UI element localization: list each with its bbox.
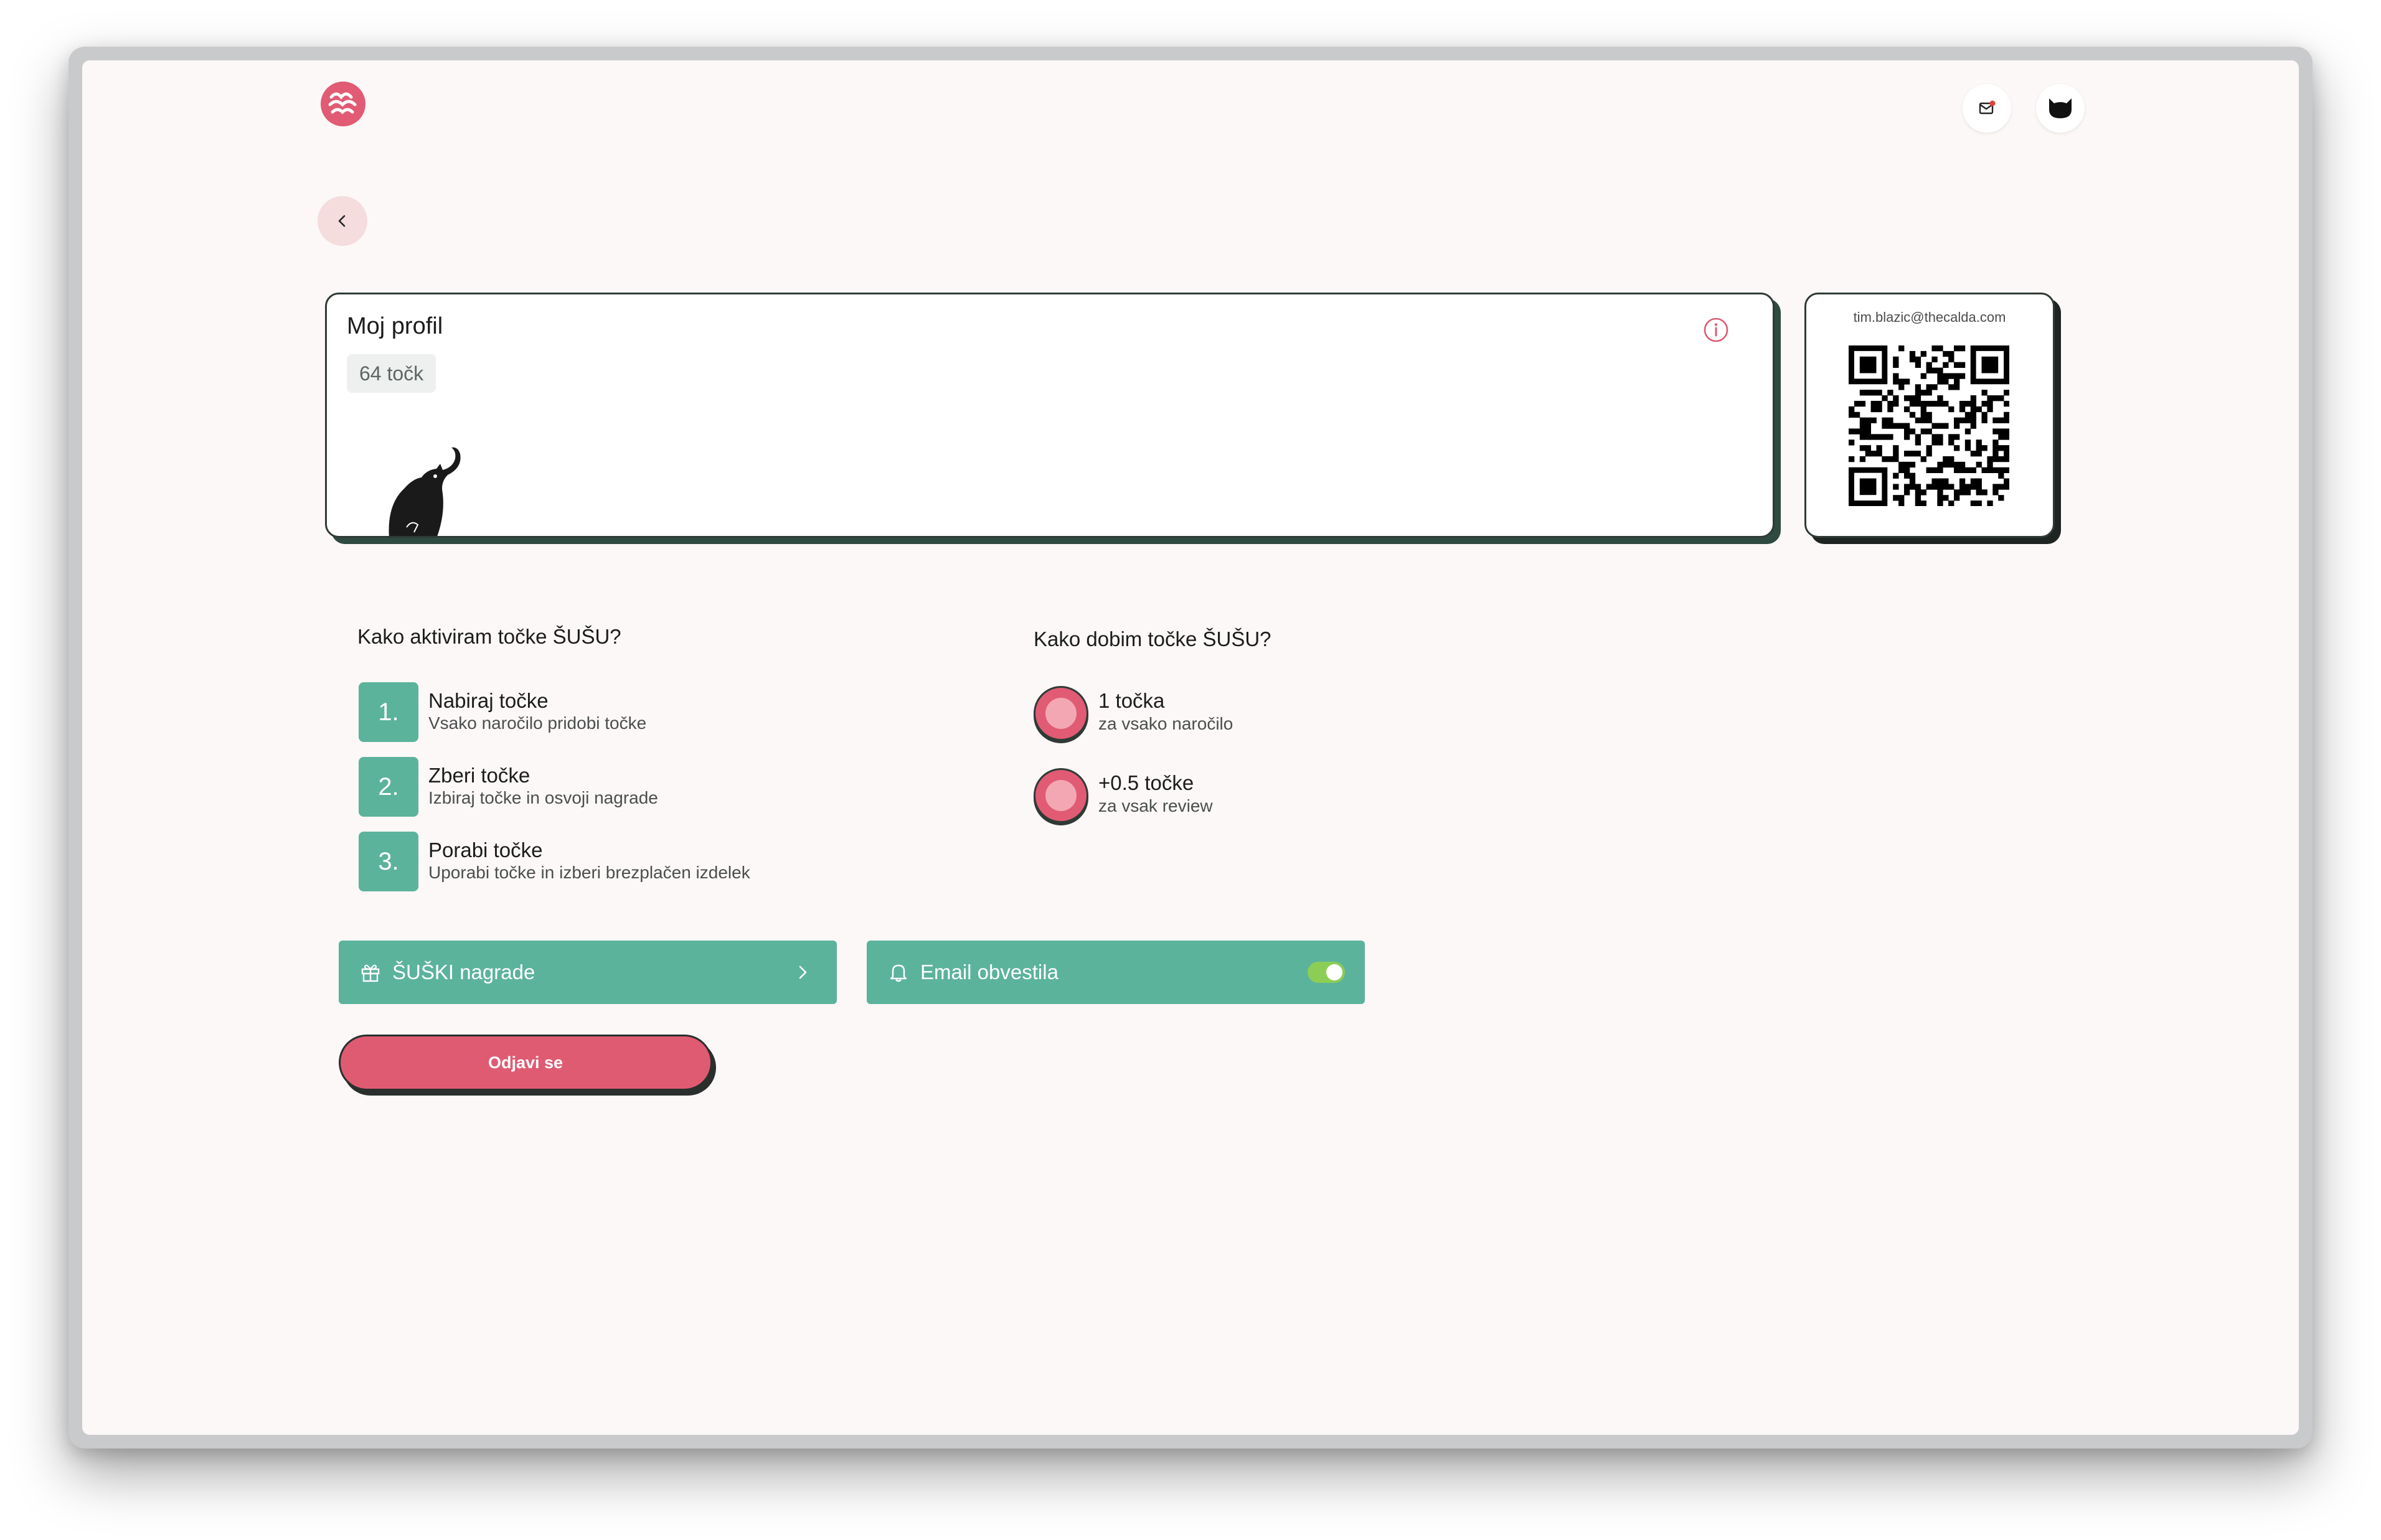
qr-code — [1849, 345, 2010, 507]
earn-item-title: +0.5 točke — [1098, 771, 1194, 794]
coin-icon — [1034, 768, 1088, 823]
step-description: Izbiraj točke in osvoji nagrade — [428, 788, 658, 807]
coin-icon — [1034, 686, 1088, 741]
email-notifications-toggle[interactable] — [1308, 962, 1345, 983]
step-number: 1. — [359, 682, 418, 742]
earn-section-title: Kako dobim točke ŠUŠU? — [1034, 627, 1271, 650]
step-description: Vsako naročilo pridobi točke — [428, 713, 647, 733]
info-icon[interactable] — [1703, 317, 1729, 343]
bell-icon — [890, 964, 907, 982]
step-number: 2. — [359, 757, 418, 817]
gift-icon — [361, 964, 380, 982]
cat-illustration — [383, 445, 464, 536]
chevron-right-icon — [799, 965, 807, 979]
step-description: Uporabi točke in izberi brezplačen izdel… — [428, 863, 750, 882]
points-badge: 64 točk — [347, 354, 436, 393]
logout-button[interactable]: Odjavi se — [339, 1035, 712, 1091]
qr-card: tim.blazic@thecalda.com — [1804, 293, 2055, 538]
rewards-label: ŠUŠKI nagrade — [392, 960, 535, 984]
back-button[interactable] — [318, 196, 367, 246]
profile-title: Moj profil — [347, 313, 443, 339]
step-title: Porabi točke — [428, 838, 543, 862]
email-notifications-label: Email obvestila — [920, 960, 1058, 984]
earn-item-description: za vsak review — [1098, 796, 1213, 815]
profile-card: Moj profil 64 točk — [325, 293, 1775, 538]
qr-email: tim.blazic@thecalda.com — [1853, 309, 2006, 325]
mail-notification-icon[interactable] — [1963, 84, 2011, 133]
earn-item-title: 1 točka — [1098, 689, 1165, 712]
earn-item-description: za vsako naročilo — [1098, 714, 1233, 733]
chevron-left-icon — [338, 215, 346, 227]
susu-logo-icon[interactable] — [320, 81, 366, 127]
cat-avatar-icon[interactable] — [2036, 84, 2085, 133]
step-number: 3. — [359, 832, 418, 891]
toggle-knob — [1326, 964, 1342, 980]
activate-section-title: Kako aktiviram točke ŠUŠU? — [357, 625, 621, 648]
rewards-button[interactable]: ŠUŠKI nagrade — [339, 941, 837, 1004]
app-window: Moj profil 64 točk tim.blazic@thecalda.c… — [82, 60, 2299, 1435]
email-notifications-row: Email obvestila — [867, 941, 1365, 1004]
step-title: Nabiraj točke — [428, 689, 549, 712]
step-title: Zberi točke — [428, 764, 530, 787]
